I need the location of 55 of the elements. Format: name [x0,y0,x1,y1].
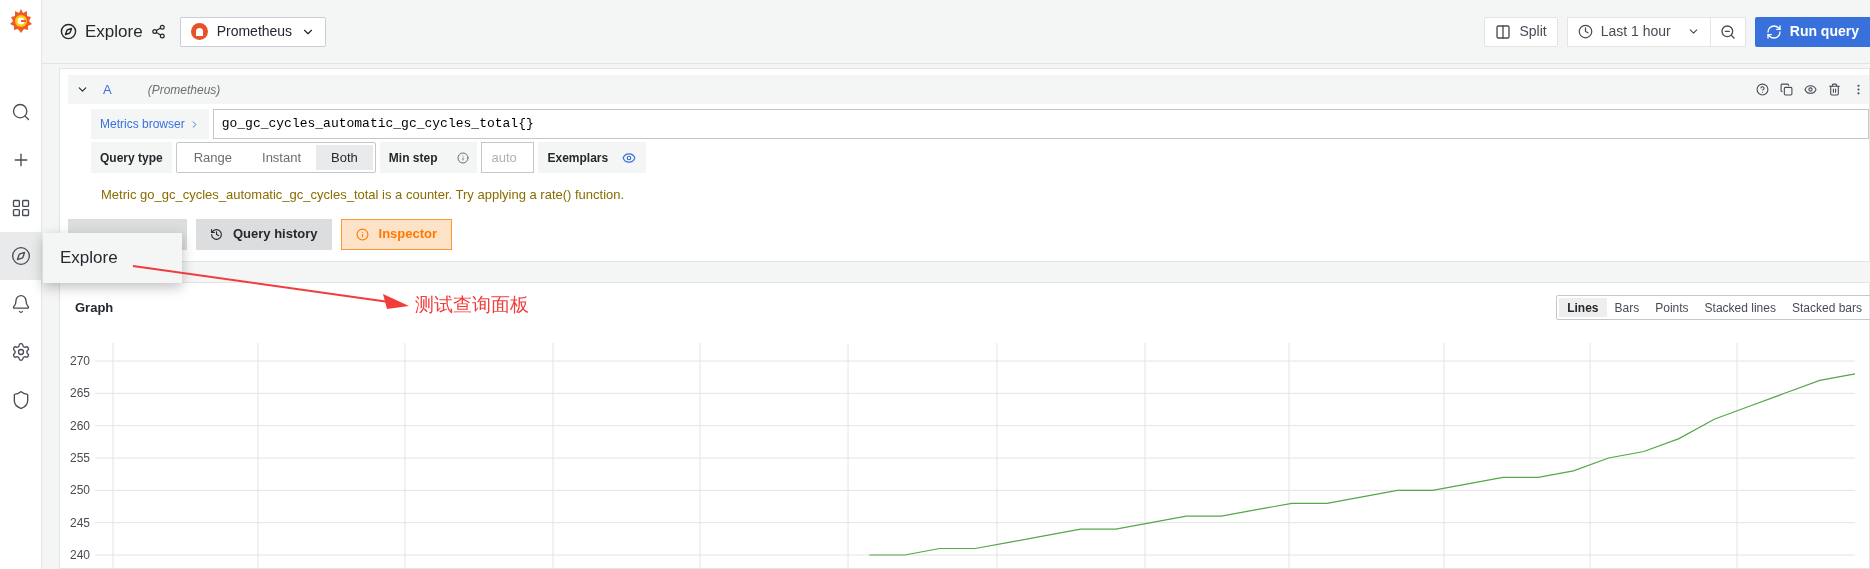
help-icon[interactable] [1756,83,1769,97]
min-step-field[interactable]: auto [481,142,535,174]
y-axis-label: 265 [69,386,90,401]
share-icon[interactable] [150,24,166,40]
y-axis-label: 250 [69,483,90,498]
info-icon [457,151,470,164]
history-icon [210,227,223,241]
zoom-out-icon [1719,23,1736,40]
query-input[interactable]: go_gc_cycles_automatic_gc_cycles_total{} [212,109,1869,140]
sidebar-item[interactable] [0,232,42,280]
y-axis-label: 255 [69,451,90,465]
bell-icon [10,294,31,314]
query-type-label: Query type [91,142,172,174]
datasource-picker[interactable]: Prometheus [179,16,327,47]
grid-icon [10,198,31,218]
y-axis-label: 270 [69,354,90,368]
counter-warning: Metric go_gc_cycles_automatic_gc_cycles_total is a counter. Try applying a rate() function. [101,186,626,205]
settings-icon [10,342,31,362]
query-type-option[interactable]: Instant [247,145,317,171]
graph-mode-option[interactable]: Lines [1559,298,1607,317]
y-axis-label: 240 [69,548,90,562]
graph-mode-option[interactable]: Points [1647,298,1697,317]
clock-icon [1577,24,1593,40]
query-type-option[interactable]: Both [316,145,373,171]
zoom-out-button[interactable] [1710,16,1746,47]
logo-icon[interactable] [8,8,33,34]
time-range-picker[interactable]: Last 1 hour [1566,16,1711,47]
prometheus-icon [190,23,208,41]
info-icon [355,227,369,241]
compass-icon [10,246,31,266]
metrics-browser-button[interactable]: Metrics browser [91,109,209,140]
query-datasource: (Prometheus) [147,81,221,99]
graph-mode-option[interactable]: Stacked lines [1696,298,1784,317]
graph-title: Graph [75,299,114,317]
compass-icon [60,23,77,41]
refresh-icon [1765,23,1782,40]
split-icon [1495,23,1512,40]
query-ref[interactable]: A [103,80,112,100]
query-type-option[interactable]: Range [178,145,247,171]
query-history-button[interactable]: Query history [196,218,332,250]
copy-icon[interactable] [1780,83,1793,97]
run-query-button[interactable]: Run query [1754,16,1870,47]
graph-mode-option[interactable]: Bars [1606,298,1648,317]
explore-tooltip: Explore [43,233,182,283]
page-title: Explore [85,20,143,43]
y-axis-label: 260 [69,418,90,433]
annotation-text: 测试查询面板 [415,293,529,317]
split-button[interactable]: Split [1484,16,1558,47]
exemplars-toggle[interactable]: Exemplars [538,142,647,174]
trash-icon[interactable] [1828,83,1841,97]
search-icon [10,102,31,122]
min-step-label: Min step [379,142,478,174]
eye-icon[interactable] [1804,83,1817,97]
y-axis-label: 245 [69,515,90,530]
graph-mode-option[interactable]: Stacked bars [1783,298,1870,317]
